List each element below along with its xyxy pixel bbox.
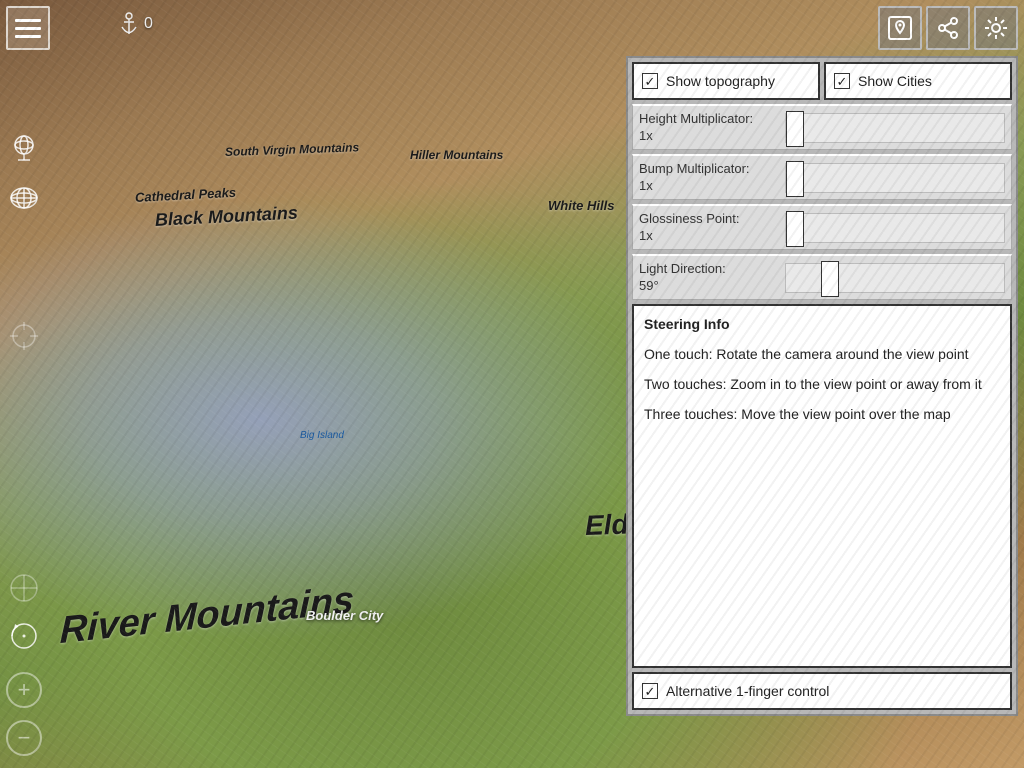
- plus-icon: +: [18, 677, 31, 703]
- light-slider[interactable]: [785, 263, 1005, 293]
- slider-thumb[interactable]: [786, 161, 804, 197]
- slider-thumb[interactable]: [786, 211, 804, 247]
- compass-icon: [8, 572, 40, 604]
- steering-info-title: Steering Info: [644, 316, 1000, 332]
- hamburger-icon: [15, 19, 41, 22]
- slider-thumb[interactable]: [786, 111, 804, 147]
- show-cities-label: Show Cities: [858, 73, 932, 89]
- slider-thumb[interactable]: [821, 261, 839, 297]
- checkbox-icon: [642, 683, 658, 699]
- height-multiplicator-row: Height Multiplicator: 1x: [632, 104, 1012, 150]
- crosshair-button[interactable]: [6, 318, 42, 354]
- alt-1finger-checkbox[interactable]: Alternative 1-finger control: [632, 672, 1012, 710]
- zoom-in-button[interactable]: +: [6, 672, 42, 708]
- gloss-value: 1x: [639, 228, 779, 244]
- alt-1finger-label: Alternative 1-finger control: [666, 683, 829, 699]
- show-topography-label: Show topography: [666, 73, 775, 89]
- globe-3d-button[interactable]: [6, 130, 42, 166]
- zoom-out-button[interactable]: −: [6, 720, 42, 756]
- label-river-mountains: River Mountains: [59, 579, 355, 653]
- label-black-mountains: Black Mountains: [154, 203, 298, 231]
- steering-line-1: One touch: Rotate the camera around the …: [644, 346, 1000, 362]
- elevation-indicator: 0: [120, 12, 153, 36]
- crosshair-icon: [8, 320, 40, 352]
- label-hiller: Hiller Mountains: [410, 148, 503, 162]
- steering-line-3: Three touches: Move the view point over …: [644, 406, 1000, 422]
- height-label: Height Multiplicator:: [639, 111, 753, 126]
- gloss-label: Glossiness Point:: [639, 211, 739, 226]
- compass-button[interactable]: [6, 570, 42, 606]
- show-cities-checkbox[interactable]: Show Cities: [824, 62, 1012, 100]
- checkbox-icon: [834, 73, 850, 89]
- light-value: 59°: [639, 278, 779, 294]
- elevation-value: 0: [144, 15, 153, 33]
- label-south-virgin: South Virgin Mountains: [225, 140, 360, 159]
- settings-panel: Show topography Show Cities Height Multi…: [626, 56, 1018, 716]
- settings-button[interactable]: [974, 6, 1018, 50]
- rotate-button[interactable]: [6, 618, 42, 654]
- top-right-toolbar: [878, 6, 1018, 50]
- label-big-island: Big Island: [300, 430, 344, 441]
- rotate-icon: [8, 620, 40, 652]
- label-boulder-city: Boulder City: [306, 608, 383, 623]
- label-cathedral-peaks: Cathedral Peaks: [135, 185, 237, 205]
- steering-info-box: Steering Info One touch: Rotate the came…: [632, 304, 1012, 668]
- light-direction-row: Light Direction: 59°: [632, 254, 1012, 300]
- map-pin-icon: [886, 14, 914, 42]
- steering-line-2: Two touches: Zoom in to the view point o…: [644, 376, 1000, 392]
- gloss-slider[interactable]: [785, 213, 1005, 243]
- maps-layer-button[interactable]: [878, 6, 922, 50]
- label-white-hills: White Hills: [548, 198, 614, 213]
- share-button[interactable]: [926, 6, 970, 50]
- globe-wire-icon: [8, 182, 40, 214]
- bump-slider[interactable]: [785, 163, 1005, 193]
- share-icon: [934, 14, 962, 42]
- height-slider[interactable]: [785, 113, 1005, 143]
- show-topography-checkbox[interactable]: Show topography: [632, 62, 820, 100]
- glossiness-row: Glossiness Point: 1x: [632, 204, 1012, 250]
- map-viewport[interactable]: River Mountains Black Mountains Cathedra…: [0, 0, 1024, 768]
- minus-icon: −: [18, 725, 31, 751]
- gear-icon: [982, 14, 1010, 42]
- checkbox-icon: [642, 73, 658, 89]
- bump-label: Bump Multiplicator:: [639, 161, 750, 176]
- bump-value: 1x: [639, 178, 779, 194]
- bump-multiplicator-row: Bump Multiplicator: 1x: [632, 154, 1012, 200]
- globe-icon: [8, 132, 40, 164]
- height-value: 1x: [639, 128, 779, 144]
- globe-wire-button[interactable]: [6, 180, 42, 216]
- anchor-icon: [120, 12, 138, 36]
- light-label: Light Direction:: [639, 261, 726, 276]
- menu-button[interactable]: [6, 6, 50, 50]
